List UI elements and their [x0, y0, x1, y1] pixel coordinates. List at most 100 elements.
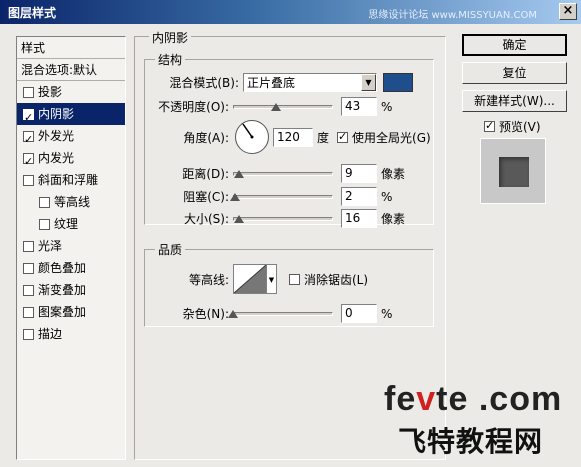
style-item[interactable]: 图案叠加 [17, 301, 125, 323]
noise-slider[interactable] [228, 309, 333, 319]
angle-input[interactable]: 120 [273, 127, 313, 147]
distance-unit: 像素 [381, 167, 406, 181]
size-slider-thumb[interactable] [234, 214, 244, 223]
anti-alias-checkbox[interactable] [289, 273, 300, 285]
angle-label: 角度(A): [183, 130, 229, 145]
noise-input[interactable]: 0 [341, 304, 377, 323]
watermark-text: 思缘设计论坛 www.MISSYUAN.COM [368, 10, 537, 21]
distance-slider-thumb[interactable] [234, 169, 244, 178]
style-item-label: 斜面和浮雕 [38, 173, 99, 187]
preview-swatch [499, 157, 529, 187]
ok-button[interactable]: 确定 [462, 34, 567, 56]
style-item[interactable]: 内发光 [17, 147, 125, 173]
contour-dropdown-arrow-icon[interactable]: ▼ [267, 264, 277, 294]
style-item-label: 内发光 [38, 151, 75, 165]
structure-group: 结构 混合模式(B): 正片叠底 ▼ 不透明度(O): 43 % 角度(A): … [144, 51, 434, 228]
style-item-label: 纹理 [54, 217, 79, 231]
distance-input[interactable]: 9 [341, 164, 377, 183]
style-item[interactable]: 光泽 [17, 235, 125, 257]
shadow-color-swatch[interactable] [383, 73, 413, 92]
choke-label: 阻塞(C): [183, 190, 229, 204]
preview-label[interactable]: 预览(V) [499, 118, 541, 135]
opacity-label: 不透明度(O): [158, 100, 229, 114]
style-item-label: 光泽 [38, 239, 63, 253]
opacity-slider[interactable] [233, 102, 333, 112]
style-item-checkbox[interactable] [39, 218, 50, 230]
style-item[interactable]: 外发光 [17, 125, 125, 151]
logo-cn: 飞特教程网 [398, 426, 544, 457]
preview-toggle[interactable]: 预览(V) [484, 118, 541, 135]
anti-alias-label[interactable]: 消除锯齿(L) [304, 271, 368, 288]
quality-title: 品质 [155, 241, 186, 258]
choke-input[interactable]: 2 [341, 187, 377, 206]
opacity-input[interactable]: 43 [341, 97, 377, 116]
size-input[interactable]: 16 [341, 209, 377, 228]
style-item[interactable]: 等高线 [17, 191, 125, 213]
opacity-slider-thumb[interactable] [271, 102, 281, 111]
style-item-label: 颜色叠加 [38, 261, 87, 275]
window-title: 图层样式 [8, 6, 57, 20]
size-unit: 像素 [381, 212, 406, 226]
style-item-label: 内阴影 [38, 107, 75, 121]
distance-label: 距离(D): [182, 167, 229, 181]
blending-options-item[interactable]: 混合选项:默认 [17, 59, 125, 81]
size-label: 大小(S): [183, 212, 229, 226]
angle-unit: 度 [317, 130, 330, 145]
chevron-down-icon[interactable]: ▼ [361, 74, 376, 91]
choke-slider-thumb[interactable] [230, 192, 240, 201]
style-item[interactable]: 描边 [17, 323, 125, 345]
style-item-checkbox[interactable] [23, 262, 34, 274]
size-slider[interactable] [233, 214, 333, 224]
global-light-label[interactable]: 使用全局光(G) [352, 129, 431, 146]
structure-title: 结构 [155, 51, 186, 68]
blend-mode-value: 正片叠底 [247, 76, 296, 90]
style-item-checkbox[interactable] [23, 328, 34, 340]
style-item[interactable]: 纹理 [17, 213, 125, 235]
title-bar: 图层样式 思缘设计论坛 www.MISSYUAN.COM × [0, 0, 581, 24]
angle-dial[interactable] [235, 120, 269, 154]
contour-label: 等高线: [188, 272, 229, 287]
dialog-body: 样式 混合选项:默认 投影内阴影外发光内发光斜面和浮雕等高线纹理光泽颜色叠加渐变… [0, 24, 581, 467]
site-logo: fevte .com 飞特教程网 [384, 380, 563, 457]
contour-preview[interactable] [233, 264, 267, 294]
quality-group: 品质 等高线: ▼ 消除锯齿(L) 杂色(N): 0 % [144, 241, 434, 327]
style-item-label: 渐变叠加 [38, 283, 87, 297]
style-item-checkbox[interactable] [23, 129, 34, 151]
logo-en-post: te .com [436, 380, 563, 418]
style-item-checkbox[interactable] [23, 107, 34, 129]
style-item-label: 外发光 [38, 129, 75, 143]
new-style-button[interactable]: 新建样式(W)... [462, 90, 567, 112]
logo-en-pre: fe [384, 380, 417, 418]
styles-list: 样式 混合选项:默认 投影内阴影外发光内发光斜面和浮雕等高线纹理光泽颜色叠加渐变… [16, 36, 126, 460]
noise-slider-thumb[interactable] [228, 309, 238, 318]
global-light-checkbox[interactable] [337, 130, 349, 143]
style-item-label: 描边 [38, 327, 63, 341]
style-item[interactable]: 投影 [17, 81, 125, 103]
style-item-checkbox[interactable] [23, 174, 34, 186]
opacity-unit: % [381, 99, 393, 114]
blend-mode-select[interactable]: 正片叠底 ▼ [243, 73, 377, 92]
style-item-label: 图案叠加 [38, 305, 87, 319]
style-item[interactable]: 颜色叠加 [17, 257, 125, 279]
choke-slider[interactable] [230, 192, 333, 202]
style-item-checkbox[interactable] [23, 151, 34, 173]
style-item-checkbox[interactable] [23, 306, 34, 318]
styles-list-header[interactable]: 样式 [17, 37, 125, 59]
style-item-checkbox[interactable] [23, 86, 34, 98]
style-item[interactable]: 渐变叠加 [17, 279, 125, 301]
style-item-checkbox[interactable] [39, 196, 50, 208]
panel-title: 内阴影 [149, 29, 192, 46]
blend-mode-label: 混合模式(B): [169, 76, 239, 90]
preview-checkbox[interactable] [484, 119, 495, 132]
style-item-label: 等高线 [54, 195, 91, 209]
distance-slider[interactable] [233, 169, 333, 179]
close-button[interactable]: × [559, 3, 577, 20]
style-item-checkbox[interactable] [23, 240, 34, 252]
style-item[interactable]: 内阴影 [17, 103, 125, 129]
logo-en-dot: v [416, 380, 437, 418]
style-item-checkbox[interactable] [23, 284, 34, 296]
style-item-label: 投影 [38, 85, 63, 99]
style-preview [480, 138, 546, 204]
reset-button[interactable]: 复位 [462, 62, 567, 84]
noise-unit: % [381, 306, 393, 321]
